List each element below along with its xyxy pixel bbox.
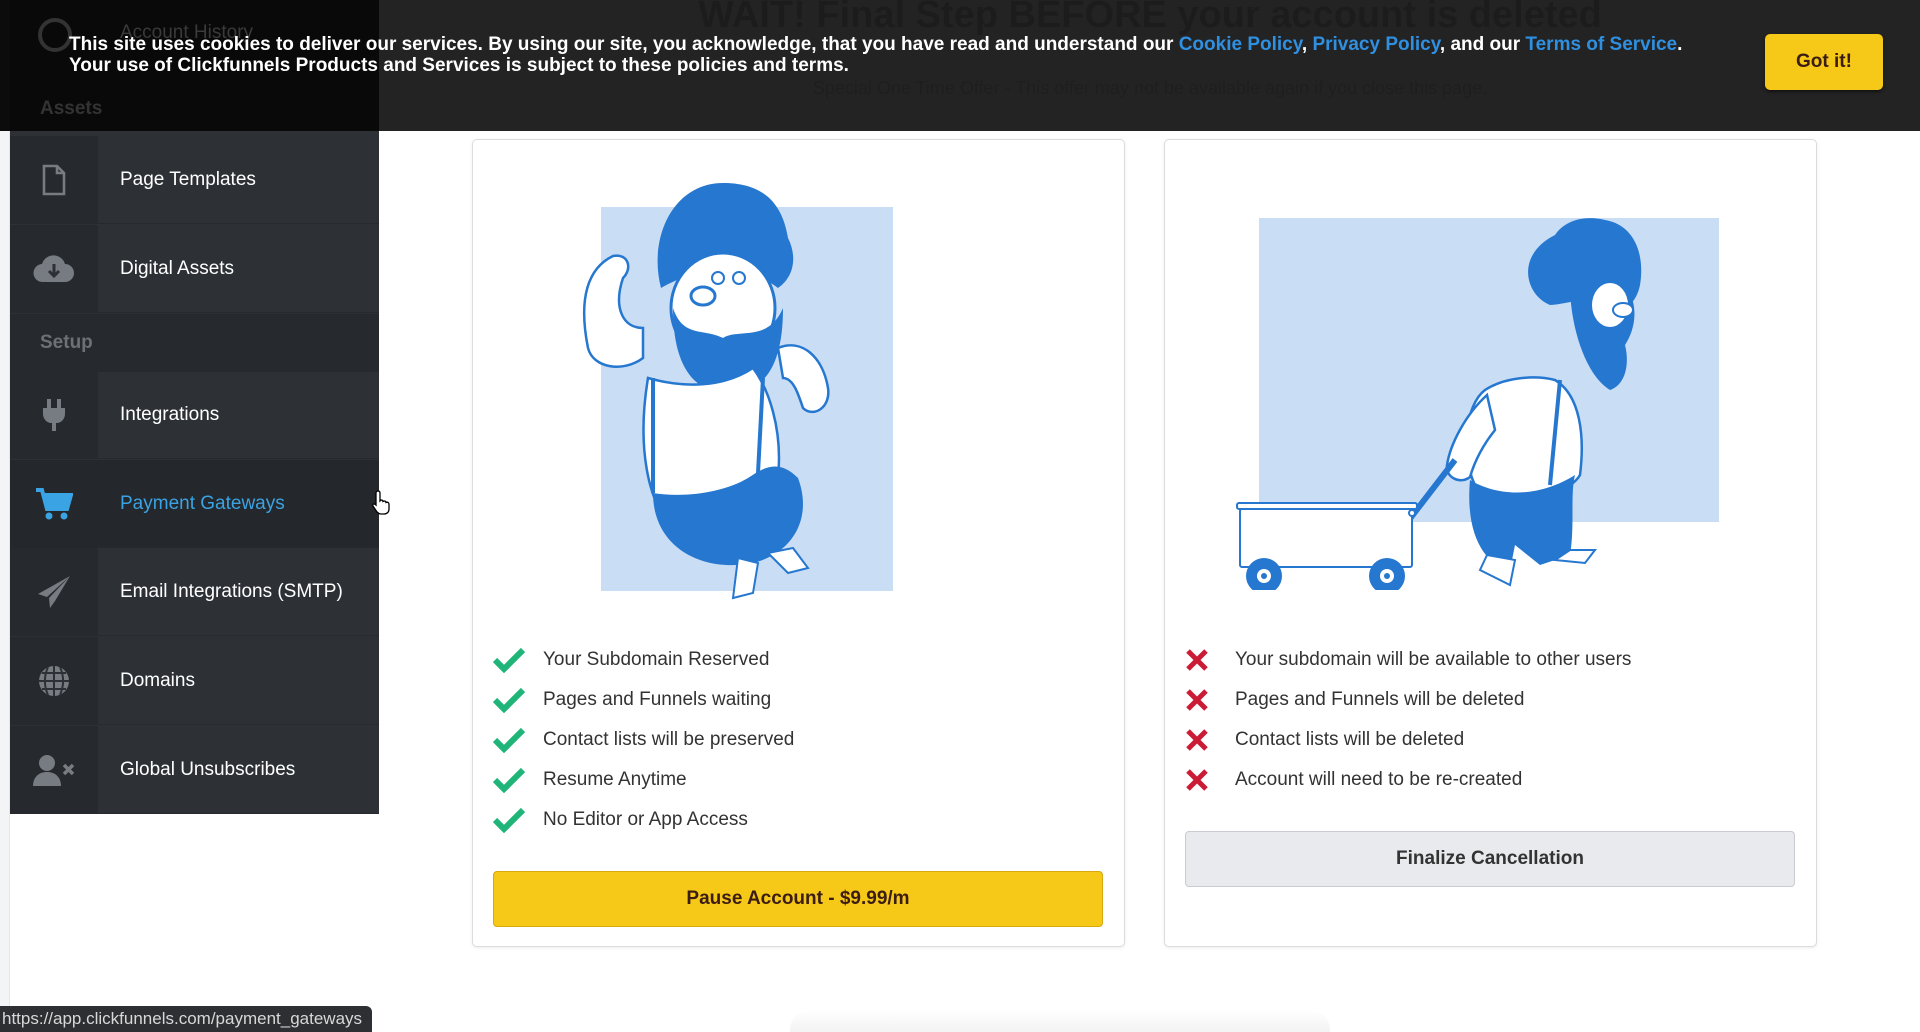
sidebar-item-payment-gateways[interactable]: Payment Gateways [10,459,379,548]
benefit-item: Pages and Funnels waiting [493,680,794,720]
sidebar-item-label: Global Unsubscribes [120,758,296,780]
x-icon [1185,688,1235,712]
cookie-text-part: , and our [1439,34,1526,55]
sidebar-item-integrations[interactable]: Integrations [10,370,379,459]
check-icon [493,807,543,833]
sidebar-section-setup: Setup [10,314,379,372]
plug-icon [10,370,98,459]
cookie-text-part: , [1301,34,1313,55]
benefit-item: No Editor or App Access [493,800,794,840]
cookie-policy-link[interactable]: Cookie Policy [1179,34,1302,55]
sidebar-item-email-integrations[interactable]: Email Integrations (SMTP) [10,547,379,636]
pause-benefits-list: Your Subdomain Reserved Pages and Funnel… [493,640,794,840]
benefit-item: Resume Anytime [493,760,794,800]
left-gutter [0,0,10,1032]
sidebar-item-label: Email Integrations (SMTP) [120,580,343,602]
benefit-item: Your Subdomain Reserved [493,640,794,680]
pause-account-button[interactable]: Pause Account - $9.99/m [493,871,1103,927]
consequence-item: Contact lists will be deleted [1185,720,1631,760]
benefit-text: Resume Anytime [543,769,687,790]
terms-of-service-link[interactable]: Terms of Service [1525,34,1677,55]
status-bar-url: https://app.clickfunnels.com/payment_gat… [0,1006,373,1032]
sidebar-section-assets: Assets [40,98,103,119]
history-icon [38,18,72,52]
benefit-text: No Editor or App Access [543,809,748,830]
consequence-item: Pages and Funnels will be deleted [1185,680,1631,720]
cookie-consent-banner: Account History Assets This site uses co… [0,0,1920,131]
happy-mascot-illustration [582,183,893,600]
sidebar-item-page-templates[interactable]: Page Templates [10,135,379,224]
consequence-item: Account will need to be re-created [1185,760,1631,800]
sidebar-item-label: Payment Gateways [120,492,285,514]
finalize-cancellation-button[interactable]: Finalize Cancellation [1185,831,1795,887]
sidebar-item-global-unsubscribes[interactable]: Global Unsubscribes [10,725,379,814]
got-it-button[interactable]: Got it! [1765,34,1883,90]
bottom-shadow [790,1010,1330,1032]
benefit-text: Pages and Funnels waiting [543,689,772,710]
sidebar-item-label: Domains [120,669,195,691]
check-icon [493,767,543,793]
check-icon [493,687,543,713]
file-icon [10,135,98,224]
sidebar-item-domains[interactable]: Domains [10,636,379,725]
consequence-text: Your subdomain will be available to othe… [1235,649,1632,670]
sad-mascot-wagon-illustration [1236,218,1719,590]
pause-account-card: Your Subdomain Reserved Pages and Funnel… [472,139,1125,947]
x-icon [1185,728,1235,752]
consequence-item: Your subdomain will be available to othe… [1185,640,1631,680]
sidebar-item-label: Page Templates [120,168,256,190]
cookie-text-part: This site uses cookies to deliver our se… [69,34,1179,55]
benefit-item: Contact lists will be preserved [493,720,794,760]
benefit-text: Contact lists will be preserved [543,729,795,750]
check-icon [493,727,543,753]
hand-cursor-icon [372,490,390,515]
cancel-consequences-list: Your subdomain will be available to othe… [1185,640,1631,800]
cookie-message: This site uses cookies to deliver our se… [69,34,1729,76]
consequence-text: Account will need to be re-created [1235,769,1523,790]
shopping-cart-icon [10,459,98,548]
sidebar-item-label: Integrations [120,403,220,425]
consequence-text: Contact lists will be deleted [1235,729,1465,750]
sidebar-item-digital-assets[interactable]: Digital Assets [10,224,379,313]
privacy-policy-link[interactable]: Privacy Policy [1312,34,1439,55]
globe-icon [10,636,98,725]
check-icon [493,647,543,673]
cancel-account-card: Your subdomain will be available to othe… [1164,139,1817,947]
paper-plane-icon [10,547,98,636]
sidebar-item-label: Digital Assets [120,257,235,279]
benefit-text: Your Subdomain Reserved [543,649,770,670]
cloud-download-icon [10,224,98,313]
consequence-text: Pages and Funnels will be deleted [1235,689,1525,710]
x-icon [1185,648,1235,672]
user-times-icon [10,725,98,814]
x-icon [1185,768,1235,792]
